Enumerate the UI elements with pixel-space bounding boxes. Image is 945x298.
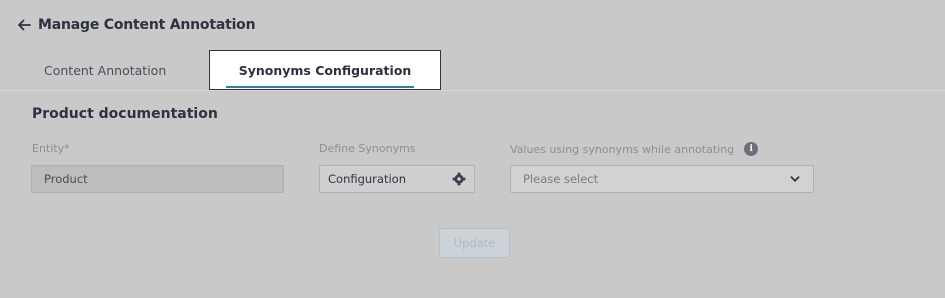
values-select[interactable]: Please select <box>510 165 814 193</box>
tab-bar: Content Annotation Synonyms Configuratio… <box>0 50 945 91</box>
section-title: Product documentation <box>32 106 218 122</box>
back-arrow-icon[interactable] <box>16 17 32 33</box>
tab-label: Synonyms Configuration <box>238 62 412 78</box>
values-label-text: Values using synonyms while annotating <box>510 142 735 156</box>
define-synonyms-field[interactable]: Configuration <box>319 165 475 193</box>
values-using-synonyms-label: Values using synonyms while annotating i <box>510 142 759 156</box>
gear-icon[interactable] <box>452 172 466 186</box>
info-icon[interactable]: i <box>744 142 759 156</box>
define-synonyms-label: Define Synonyms <box>319 142 416 155</box>
define-synonyms-value: Configuration <box>328 172 406 186</box>
tab-synonyms-configuration[interactable]: Synonyms Configuration <box>209 50 441 90</box>
entity-field: Product <box>31 165 284 193</box>
entity-label: Entity* <box>32 142 70 155</box>
page-header: Manage Content Annotation <box>16 14 256 36</box>
entity-value: Product <box>44 172 88 186</box>
chevron-down-icon <box>789 173 801 185</box>
active-tab-indicator <box>226 86 414 88</box>
page-title: Manage Content Annotation <box>38 17 256 33</box>
tabs-divider <box>0 90 945 91</box>
tab-content-annotation[interactable]: Content Annotation <box>44 50 166 90</box>
update-button[interactable]: Update <box>439 228 510 258</box>
values-select-placeholder: Please select <box>523 172 599 186</box>
